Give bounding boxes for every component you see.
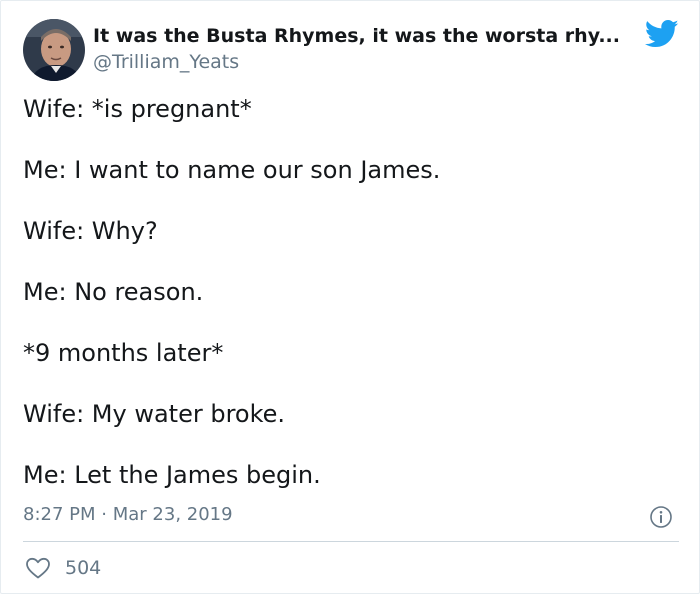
tweet-card: It was the Busta Rhymes, it was the wors…	[0, 0, 700, 594]
user-handle[interactable]: @Trilliam_Yeats	[93, 50, 239, 74]
heart-icon[interactable]	[25, 556, 51, 580]
info-icon[interactable]	[649, 505, 673, 529]
tweet-time: 8:27 PM	[23, 504, 96, 525]
like-count: 504	[65, 557, 102, 579]
display-name[interactable]: It was the Busta Rhymes, it was the wors…	[93, 24, 633, 48]
tweet-line: *9 months later*	[23, 339, 224, 367]
tweet-line: Me: No reason.	[23, 278, 204, 306]
tweet-line: Wife: My water broke.	[23, 400, 286, 428]
tweet-date: Mar 23, 2019	[112, 504, 233, 525]
tweet-line: Me: I want to name our son James.	[23, 156, 441, 184]
tweet-timestamp[interactable]: 8:27 PM · Mar 23, 2019	[23, 503, 233, 527]
avatar[interactable]	[23, 19, 85, 81]
divider	[23, 541, 679, 542]
tweet-header: It was the Busta Rhymes, it was the wors…	[23, 19, 679, 81]
tweet-line: Me: Let the James begin.	[23, 461, 321, 489]
like-action[interactable]: 504	[25, 555, 101, 581]
tweet-line: Wife: Why?	[23, 217, 158, 245]
tweet-text: Wife: *is pregnant* Me: I want to name o…	[23, 93, 673, 520]
tweet-line: Wife: *is pregnant*	[23, 95, 252, 123]
meta-separator: ·	[101, 504, 107, 525]
twitter-bird-icon[interactable]	[645, 19, 679, 49]
